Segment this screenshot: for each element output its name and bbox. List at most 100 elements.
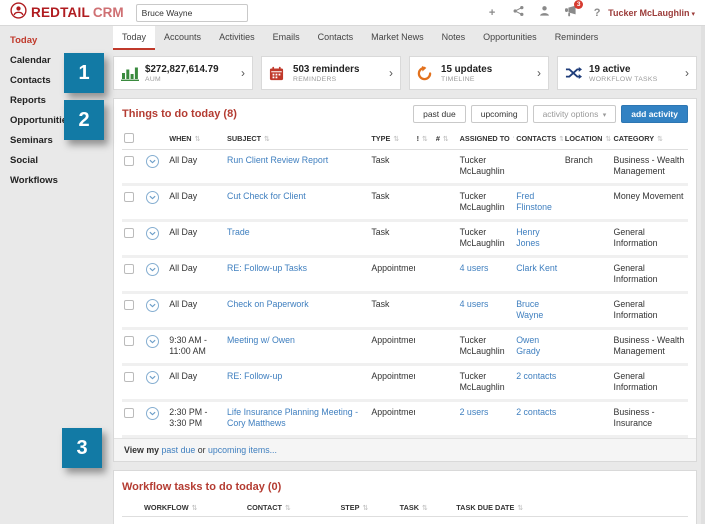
expand-row-button[interactable]	[145, 370, 159, 384]
activity-options-button[interactable]: activity options ▾	[532, 105, 617, 123]
row-checkbox[interactable]	[124, 191, 134, 202]
past-due-button[interactable]: past due	[413, 105, 466, 123]
column-header-type[interactable]: TYPE ⇅	[369, 128, 415, 150]
tab-notes[interactable]: Notes	[433, 26, 475, 50]
tab-opportunities[interactable]: Opportunities	[474, 26, 546, 50]
cell-type: Appointment	[369, 256, 415, 294]
announcements-icon[interactable]: 3	[564, 0, 584, 20]
select-all-checkbox[interactable]	[124, 133, 134, 143]
expand-row-button[interactable]	[145, 406, 159, 420]
workflow-column-workflow[interactable]: WORKFLOW ⇅	[122, 498, 245, 517]
activity-subject-link[interactable]: Check on Paperwork	[227, 299, 309, 309]
row-checkbox[interactable]	[124, 227, 134, 238]
upcoming-items-link[interactable]: upcoming items...	[208, 445, 277, 455]
past-due-link[interactable]: past due	[162, 445, 196, 455]
help-icon[interactable]: ?	[591, 7, 603, 19]
expand-row-button[interactable]	[145, 155, 159, 168]
tab-today[interactable]: Today	[113, 26, 156, 50]
stat-card-aum[interactable]: $272,827,614.79 AUM ›	[113, 56, 253, 90]
row-checkbox[interactable]	[124, 335, 134, 346]
footer-prefix: View my	[124, 444, 160, 455]
cell-count	[433, 400, 458, 438]
workflow-table-header: WORKFLOW ⇅ CONTACT ⇅ STEP ⇅ TASK ⇅ TASK DUE DATE…	[122, 498, 688, 517]
tab-market-news[interactable]: Market News	[362, 26, 433, 50]
activity-subject-link[interactable]: RE: Follow-up	[227, 371, 282, 381]
user-icon[interactable]	[538, 5, 550, 20]
column-header-subject[interactable]: SUBJECT ⇅	[224, 128, 370, 150]
cell-subject: Cut Check for Client	[224, 184, 370, 222]
stat-card-timeline[interactable]: 15 updates TIMELINE ›	[409, 56, 549, 90]
column-header-assigned-to[interactable]: ASSIGNED TO⇅	[457, 128, 515, 150]
cell-count	[433, 256, 458, 294]
row-checkbox[interactable]	[124, 263, 134, 274]
top-bar: REDTAIL CRM +3? Tucker McLaughlin▾	[0, 0, 705, 26]
column-header-[interactable]: ! ⇅	[414, 128, 434, 150]
sort-icon: ⇅	[422, 136, 428, 143]
column-header-[interactable]: # ⇅	[433, 128, 458, 150]
scrollbar[interactable]	[701, 26, 705, 524]
expand-row-button[interactable]	[145, 298, 159, 312]
cell-priority	[414, 364, 434, 402]
activity-subject-link[interactable]: Trade	[227, 227, 250, 237]
global-search-input[interactable]	[135, 3, 248, 22]
plus-icon[interactable]: +	[486, 7, 498, 19]
contact-link[interactable]: Clark Kent	[516, 263, 557, 273]
workflow-column-task-due-date[interactable]: TASK DUE DATE ⇅	[454, 498, 688, 517]
expand-row-button[interactable]	[145, 334, 159, 348]
shuffle-icon	[565, 66, 585, 80]
column-header-category[interactable]: CATEGORY ⇅	[611, 128, 688, 150]
activity-subject-link[interactable]: Run Client Review Report	[227, 155, 328, 165]
cell-subject: Life Insurance Planning Meeting - Cory M…	[224, 400, 370, 438]
row-checkbox[interactable]	[124, 407, 134, 418]
sort-icon: ⇅	[442, 136, 449, 143]
stat-card-workflow-tasks[interactable]: 19 active WORKFLOW TASKS ›	[557, 56, 697, 90]
expand-row-button[interactable]	[145, 190, 159, 204]
share-icon[interactable]	[512, 5, 524, 20]
workflow-column-contact[interactable]: CONTACT ⇅	[244, 498, 339, 517]
tab-accounts[interactable]: Accounts	[155, 26, 210, 50]
activity-subject-link[interactable]: Meeting w/ Owen	[227, 335, 295, 345]
expand-row-button[interactable]	[145, 262, 159, 276]
column-header-location[interactable]: LOCATION ⇅	[562, 128, 612, 150]
cell-category: Money Movement	[611, 184, 688, 222]
cell-subject: Run Client Review Report	[224, 149, 370, 186]
contact-link[interactable]: Henry Jones	[516, 227, 539, 248]
tab-emails[interactable]: Emails	[264, 26, 309, 50]
contact-link[interactable]: Fred Flinstone	[516, 191, 552, 212]
cell-when: All Day	[167, 256, 225, 294]
contact-link[interactable]: Owen Grady	[516, 335, 540, 356]
column-header-when[interactable]: WHEN ⇅	[167, 128, 225, 150]
upcoming-button[interactable]: upcoming	[470, 105, 528, 123]
todo-footer: View my past due or upcoming items...	[114, 437, 696, 461]
user-menu[interactable]: Tucker McLaughlin ▾	[608, 8, 695, 18]
row-checkbox[interactable]	[124, 371, 134, 382]
contact-link[interactable]: 2 contacts	[516, 407, 556, 417]
expand-row-button[interactable]	[145, 226, 159, 240]
add-activity-button[interactable]: add activity	[621, 105, 688, 123]
tab-reminders[interactable]: Reminders	[546, 26, 608, 50]
cell-count	[433, 292, 458, 330]
activity-subject-link[interactable]: Cut Check for Client	[227, 191, 306, 201]
row-checkbox[interactable]	[124, 299, 134, 310]
assigned-users-link[interactable]: 2 users	[460, 407, 489, 417]
activity-subject-link[interactable]: RE: Follow-up Tasks	[227, 263, 307, 273]
workflow-column-task[interactable]: TASK ⇅	[397, 498, 455, 517]
calendar-icon	[269, 66, 289, 81]
assigned-users-link[interactable]: 4 users	[460, 299, 489, 309]
workflow-column-step[interactable]: STEP ⇅	[338, 498, 398, 517]
row-checkbox[interactable]	[124, 156, 134, 166]
sidebar-item-today[interactable]: Today	[0, 31, 105, 51]
stat-card-reminders[interactable]: 503 reminders REMINDERS ›	[261, 56, 401, 90]
cell-category: General Information	[611, 292, 688, 330]
column-header-contacts[interactable]: CONTACTS⇅	[514, 128, 563, 150]
sidebar-item-workflows[interactable]: Workflows	[0, 171, 105, 191]
tab-contacts[interactable]: Contacts	[309, 26, 363, 50]
assigned-users-link[interactable]: 4 users	[460, 263, 489, 273]
tab-activities[interactable]: Activities	[210, 26, 264, 50]
cell-assigned-to: Tucker McLaughlin	[457, 184, 515, 222]
contact-link[interactable]: Bruce Wayne	[516, 299, 543, 320]
contact-link[interactable]: 2 contacts	[516, 371, 556, 381]
activity-subject-link[interactable]: Life Insurance Planning Meeting - Cory M…	[227, 407, 358, 428]
redtail-logo[interactable]: REDTAIL CRM	[10, 1, 124, 24]
sidebar-item-social[interactable]: Social	[0, 151, 105, 171]
